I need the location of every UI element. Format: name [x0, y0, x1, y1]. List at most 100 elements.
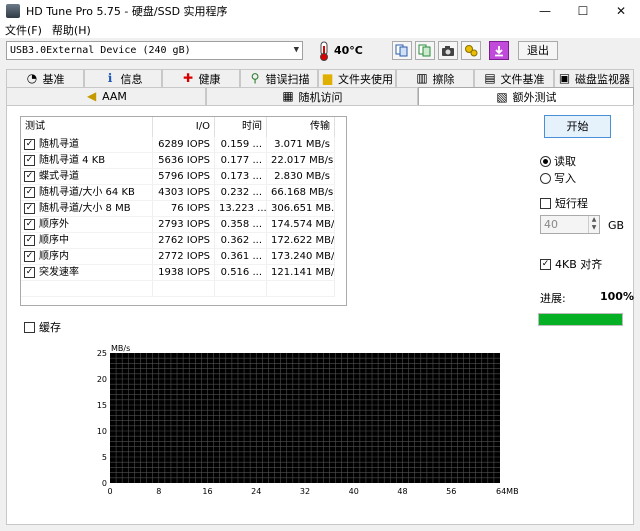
magnifier-icon: ⚲	[250, 71, 260, 85]
drive-select[interactable]: USB3.0External Device (240 gB) ▼	[6, 41, 303, 60]
start-button[interactable]: 开始	[544, 115, 611, 138]
progress-percent: 100%	[600, 290, 634, 303]
test-name: 蝶式寻道	[39, 170, 79, 182]
results-table: 测试 I/O 时间 传输 ✓ 随机寻道 6289 IOPS 0.159 ... 3…	[20, 116, 347, 306]
app-icon	[6, 4, 20, 18]
download-icon[interactable]	[489, 41, 509, 60]
row-checkbox[interactable]: ✓	[24, 235, 35, 246]
row-checkbox[interactable]: ✓	[24, 171, 35, 182]
settings-icon[interactable]	[461, 41, 481, 60]
time-value: 13.223 ...	[215, 201, 267, 217]
checkbox-indicator	[540, 197, 551, 209]
folder-icon: ▆	[322, 71, 333, 85]
test-name: 顺序内	[39, 250, 69, 262]
col-header-test[interactable]: 测试	[21, 117, 153, 137]
write-radio[interactable]: 写入	[540, 170, 576, 186]
transfer-value: 174.574 MB/s	[267, 217, 335, 233]
transfer-value: 22.017 MB/s	[267, 153, 335, 169]
tab-label: 错误扫描	[265, 72, 310, 86]
x-tick-label: 64MB	[496, 487, 519, 496]
test-name: 随机寻道/大小 64 KB	[39, 186, 135, 198]
tab-label: 擦除	[432, 72, 455, 86]
disk-monitor-icon: ▣	[558, 71, 571, 85]
y-tick-label: 0	[102, 479, 107, 488]
tab-random-access[interactable]: ▦ 随机访问	[206, 87, 418, 105]
row-checkbox[interactable]: ✓	[24, 267, 35, 278]
copy-all-icon[interactable]	[415, 41, 435, 60]
camera-icon[interactable]	[438, 41, 458, 60]
window-title: HD Tune Pro 5.75 - 硬盘/SSD 实用程序	[26, 5, 228, 18]
cache-label: 缓存	[39, 321, 61, 334]
x-tick-label: 8	[156, 487, 161, 496]
transfer-value: 3.071 MB/s	[267, 137, 335, 153]
minimize-button[interactable]: —	[526, 0, 564, 22]
extra-test-icon: ▧	[496, 89, 508, 104]
tab-benchmark[interactable]: ◔ 基准	[6, 69, 84, 87]
tab-folder-usage[interactable]: ▆ 文件夹使用	[318, 69, 396, 87]
test-name: 突发速率	[39, 266, 79, 278]
spin-arrows-icon[interactable]: ▲ ▼	[588, 216, 599, 233]
maximize-button[interactable]: ☐	[564, 0, 602, 22]
y-axis-ticks: 25 20 15 10 5 0	[97, 349, 107, 488]
toolbar: USB3.0External Device (240 gB) ▼ 40°C 退出	[0, 38, 640, 66]
row-checkbox[interactable]: ✓	[24, 187, 35, 198]
file-benchmark-icon: ▤	[484, 71, 496, 85]
tab-aam[interactable]: ◀ AAM	[6, 87, 206, 105]
short-stroke-checkbox[interactable]: 短行程	[540, 195, 588, 211]
table-row: ✓ 随机寻道/大小 64 KB 4303 IOPS 0.232 ... 66.16…	[21, 185, 346, 201]
speedometer-icon: ◔	[26, 71, 38, 85]
cache-checkbox[interactable]: 缓存	[24, 319, 61, 335]
close-button[interactable]: ✕	[602, 0, 640, 22]
tab-extra-tests[interactable]: ▧ 额外测试	[418, 87, 634, 106]
tab-info[interactable]: ℹ 信息	[84, 69, 162, 87]
progress-bar	[538, 313, 623, 326]
read-radio[interactable]: 读取	[540, 153, 576, 169]
tab-label: AAM	[102, 90, 127, 103]
row-checkbox[interactable]: ✓	[24, 219, 35, 230]
tab-label: 健康	[198, 72, 221, 86]
progress-fill	[539, 314, 622, 325]
time-value: 0.177 ...	[215, 153, 267, 169]
exit-button[interactable]: 退出	[518, 41, 558, 60]
tab-error-scan[interactable]: ⚲ 错误扫描	[240, 69, 318, 87]
row-checkbox[interactable]: ✓	[24, 251, 35, 262]
tab-label: 信息	[120, 72, 143, 86]
col-header-io[interactable]: I/O	[153, 117, 215, 137]
tab-file-benchmark[interactable]: ▤ 文件基准	[474, 69, 554, 87]
row-checkbox[interactable]: ✓	[24, 139, 35, 150]
row-checkbox[interactable]: ✓	[24, 155, 35, 166]
short-stroke-input[interactable]: 40 ▲ ▼	[540, 215, 600, 234]
transfer-value: 2.830 MB/s	[267, 169, 335, 185]
menu-help[interactable]: 帮助(H)	[47, 22, 96, 38]
time-value: 0.362 ...	[215, 233, 267, 249]
table-row: ✓ 随机寻道 4 KB 5636 IOPS 0.177 ... 22.017 MB…	[21, 153, 346, 169]
checkbox-indicator: ✓	[540, 258, 551, 270]
transfer-chart: MB/s 25 20 15 10 5 0 0 8 16 24 32 40 48 56 64MB	[97, 344, 519, 496]
io-value: 1938 IOPS	[153, 265, 215, 281]
y-tick-label: 10	[97, 427, 107, 436]
tab-disk-monitor[interactable]: ▣ 磁盘监视器	[554, 69, 634, 87]
calendar-icon: ▦	[282, 89, 294, 103]
tab-row-2: ◀ AAM ▦ 随机访问 ▧ 额外测试	[6, 87, 634, 106]
write-label: 写入	[554, 172, 576, 185]
tab-label: 文件基准	[500, 72, 545, 86]
x-tick-label: 0	[107, 487, 112, 496]
y-tick-label: 20	[97, 375, 107, 384]
row-checkbox[interactable]: ✓	[24, 203, 35, 214]
y-tick-label: 5	[102, 453, 107, 462]
x-tick-label: 32	[300, 487, 310, 496]
align-4kb-checkbox[interactable]: ✓ 4KB 对齐	[540, 256, 602, 272]
tab-label: 额外测试	[512, 91, 557, 104]
menu-bar: 文件(F) 帮助(H)	[0, 22, 640, 38]
transfer-value: 121.141 MB/s	[267, 265, 335, 281]
tab-health[interactable]: ✚ 健康	[162, 69, 240, 87]
menu-file[interactable]: 文件(F)	[0, 22, 47, 38]
tab-erase[interactable]: ▥ 擦除	[396, 69, 474, 87]
col-header-transfer[interactable]: 传输	[267, 117, 335, 137]
copy-icon[interactable]	[392, 41, 412, 60]
test-name: 顺序外	[39, 218, 69, 230]
io-value: 4303 IOPS	[153, 185, 215, 201]
radio-indicator	[540, 172, 551, 184]
col-header-time[interactable]: 时间	[215, 117, 267, 137]
time-value: 0.159 ...	[215, 137, 267, 153]
